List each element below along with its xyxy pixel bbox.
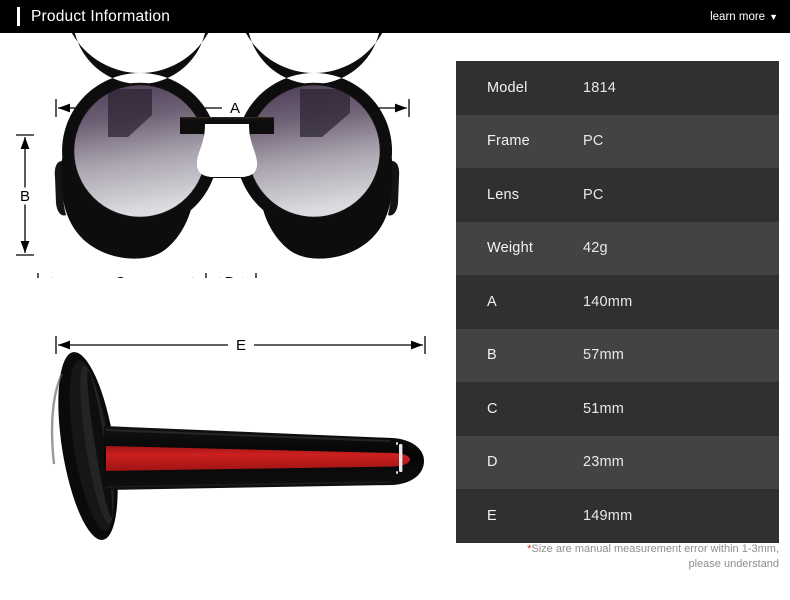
table-row: B 57mm <box>456 328 779 382</box>
measurement-disclaimer: *Size are manual measurement error withi… <box>456 542 779 572</box>
page-title: Product Information <box>31 7 171 25</box>
spec-value: 149mm <box>583 507 633 524</box>
table-row: Lens PC <box>456 168 779 222</box>
spec-value: 1814 <box>583 79 617 96</box>
learn-more-label: learn more <box>710 10 766 23</box>
spec-value: PC <box>583 186 604 203</box>
footnote-line-1: Size are manual measurement error within… <box>531 543 779 555</box>
chevron-down-icon: ▼ <box>769 12 778 22</box>
table-row: D 23mm <box>456 435 779 489</box>
table-row: Model 1814 <box>456 61 779 115</box>
spec-label: B <box>487 347 497 364</box>
dimension-label-e: E <box>236 337 246 354</box>
specification-table: Model 1814 Frame PC Lens PC Weight 42g A… <box>456 61 779 543</box>
spec-label: C <box>487 400 498 417</box>
footnote-line-2: please understand <box>688 558 779 570</box>
spec-value: 140mm <box>583 293 633 310</box>
sunglasses-frame-front <box>54 33 400 259</box>
spec-value: PC <box>583 133 604 150</box>
product-information-header: Product Information learn more ▼ <box>0 0 790 33</box>
table-row: Frame PC <box>456 114 779 168</box>
spec-value: 42g <box>583 240 608 257</box>
header-accent-bar <box>17 7 20 26</box>
spec-label: Weight <box>487 240 534 257</box>
table-row: C 51mm <box>456 382 779 436</box>
spec-label: Lens <box>487 186 520 203</box>
dimension-label-a: A <box>230 100 240 117</box>
sunglasses-side-view: E <box>50 336 426 540</box>
dimension-label-b: B <box>20 188 30 205</box>
product-diagram-panel: A B E <box>0 33 452 600</box>
sunglasses-front-view: A B <box>16 33 410 278</box>
table-row: A 140mm <box>456 275 779 329</box>
learn-more-button[interactable]: learn more ▼ <box>710 11 778 23</box>
spec-value: 23mm <box>583 454 625 471</box>
spec-label: Frame <box>487 133 530 150</box>
sunglasses-profile <box>50 352 424 540</box>
spec-label: D <box>487 454 498 471</box>
table-row: E 149mm <box>456 489 779 543</box>
spec-value: 57mm <box>583 347 625 364</box>
spec-label: E <box>487 507 497 524</box>
spec-value: 51mm <box>583 400 625 417</box>
spec-label: Model <box>487 79 528 96</box>
spec-label: A <box>487 293 497 310</box>
table-row: Weight 42g <box>456 221 779 275</box>
